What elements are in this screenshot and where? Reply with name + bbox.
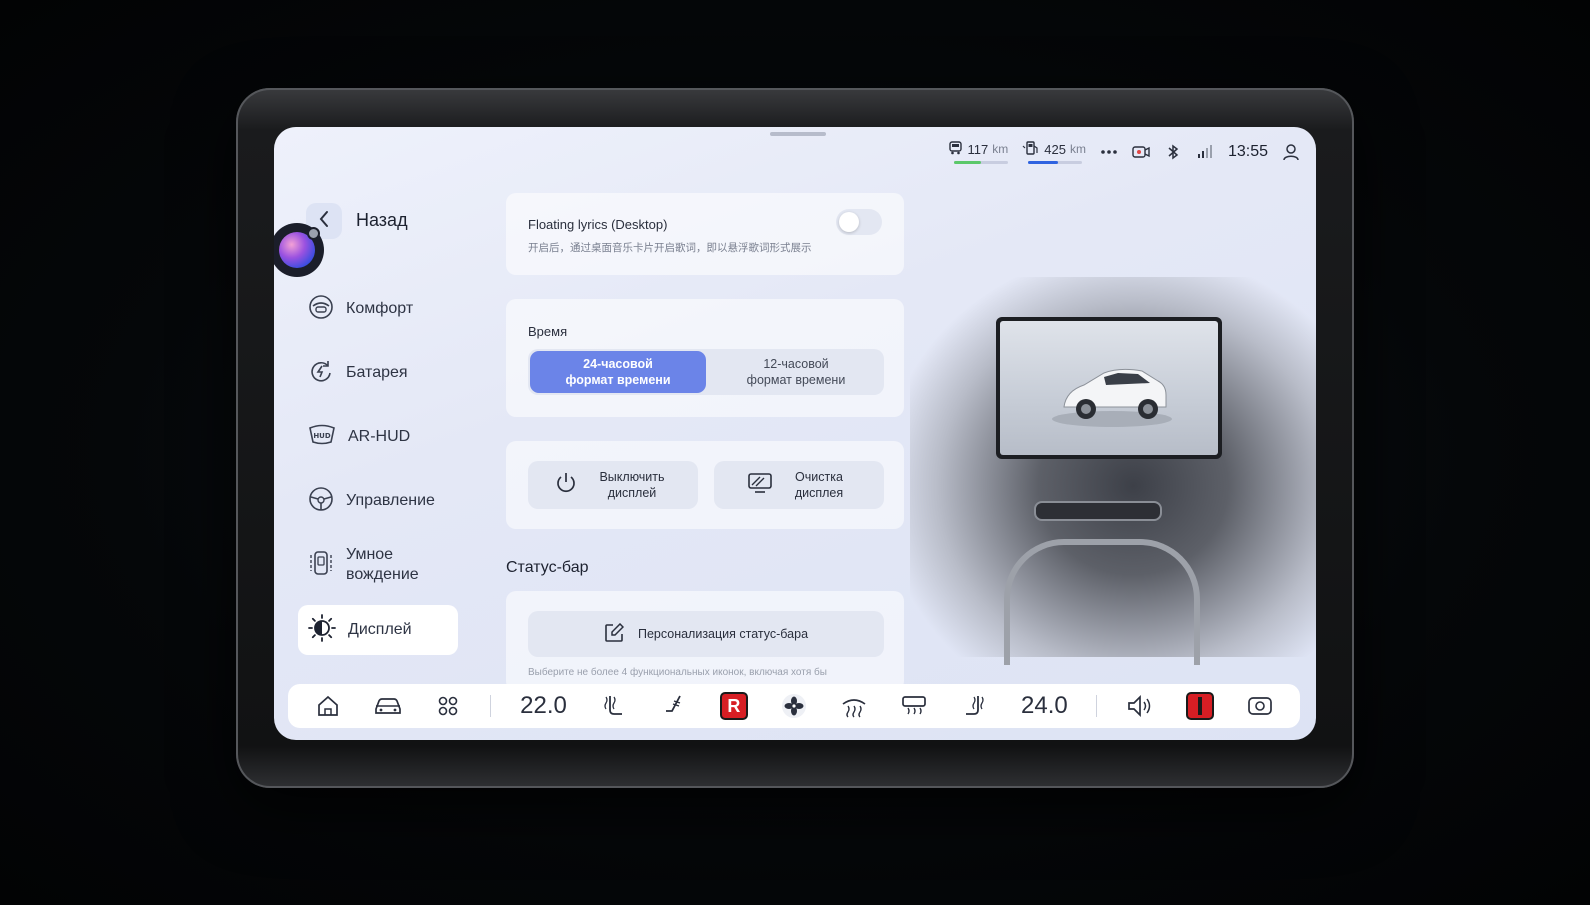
more-icon[interactable] xyxy=(1100,143,1118,161)
passenger-temperature[interactable]: 24.0 xyxy=(1016,692,1072,720)
driver-temperature[interactable]: 22.0 xyxy=(515,692,571,720)
rear-defrost-icon[interactable] xyxy=(896,688,932,724)
nav-item-smart-driving[interactable]: Умное вождение xyxy=(298,533,458,597)
range-gauge-fuel: 425 km xyxy=(1022,140,1086,164)
nav-item-comfort[interactable]: Комфорт xyxy=(298,277,458,341)
voice-assistant-avatar[interactable] xyxy=(274,223,324,277)
nav-item-label: Умное вождение xyxy=(346,546,419,583)
svg-text:HUD: HUD xyxy=(313,432,331,440)
preview-car-image xyxy=(1000,321,1218,455)
floating-lyrics-subtitle: 开启后，通过桌面音乐卡片开启歌词，即以悬浮歌词形式展示 xyxy=(528,242,812,254)
personalize-status-bar-button[interactable]: Персонализация статус-бара xyxy=(528,611,884,657)
range-electric-unit: km xyxy=(992,142,1009,156)
range-gauge-electric: 117 km xyxy=(948,140,1009,164)
car-icon[interactable] xyxy=(370,688,406,724)
bluetooth-icon[interactable] xyxy=(1164,143,1182,161)
assistant-status-dot xyxy=(307,227,320,240)
toggle-knob xyxy=(839,212,859,232)
clean-display-button[interactable]: Очистка дисплея xyxy=(714,461,884,509)
apps-grid-icon[interactable] xyxy=(430,688,466,724)
vehicle-interior-preview xyxy=(910,277,1316,665)
battery-cycle-icon xyxy=(308,358,334,389)
seat-heat-left-icon[interactable] xyxy=(596,688,632,724)
personalize-status-bar-label: Персонализация статус-бара xyxy=(637,627,809,641)
clock: 13:55 xyxy=(1227,143,1268,160)
floating-lyrics-toggle[interactable] xyxy=(836,209,882,235)
fan-icon[interactable] xyxy=(776,688,812,724)
status-bar: 117 km 425 km 13:55 xyxy=(948,139,1300,165)
app-r-badge[interactable]: R xyxy=(716,688,752,724)
power-icon xyxy=(554,471,578,499)
range-electric-value: 117 xyxy=(967,141,989,157)
status-bar-hint: Выберите не более 4 функциональных иконо… xyxy=(528,667,827,678)
nav-item-label: Комфорт xyxy=(346,300,414,317)
nav-item-label: Дисплей xyxy=(348,621,412,638)
time-format-24h-option[interactable]: 24-часовой формат времени xyxy=(530,351,706,393)
dashcam-icon[interactable] xyxy=(1132,143,1150,161)
steering-wheel-icon xyxy=(308,486,334,517)
brightness-icon xyxy=(308,613,336,647)
hud-icon: HUD xyxy=(308,424,336,451)
turn-off-display-button[interactable]: Выключить дисплей xyxy=(528,461,698,509)
nav-item-label: Управление xyxy=(346,492,435,509)
floating-lyrics-title: Floating lyrics (Desktop) xyxy=(528,217,668,232)
time-format-card: Время 24-часовой формат времени 12-часов… xyxy=(506,299,904,417)
range-fuel-unit: km xyxy=(1069,142,1086,156)
battery-car-icon xyxy=(948,140,964,158)
nav-item-control[interactable]: Управление xyxy=(298,469,458,533)
status-bar-card: Персонализация статус-бара Выберите не б… xyxy=(506,591,904,691)
preview-console-arch xyxy=(1004,539,1200,665)
camera-360-icon[interactable] xyxy=(1242,688,1278,724)
range-fuel-bar xyxy=(1028,160,1083,164)
time-format-12h-option[interactable]: 12-часовой формат времени xyxy=(708,349,884,395)
pull-down-handle[interactable] xyxy=(770,132,826,136)
nav-item-battery[interactable]: Батарея xyxy=(298,341,458,405)
seat-massage-icon[interactable] xyxy=(656,688,692,724)
clean-display-label: Очистка дисплея xyxy=(794,470,844,500)
volume-icon[interactable] xyxy=(1122,688,1158,724)
edit-icon xyxy=(604,622,625,646)
settings-nav: Комфорт Батарея HUD AR-HUD Управление Ум… xyxy=(298,277,458,655)
time-format-title: Время xyxy=(528,324,568,339)
nav-item-label: Батарея xyxy=(346,364,408,381)
user-profile-icon[interactable] xyxy=(1282,143,1300,161)
home-icon[interactable] xyxy=(310,688,346,724)
red-app-icon[interactable] xyxy=(1182,688,1218,724)
range-fuel-value: 425 xyxy=(1044,141,1066,157)
range-electric-bar xyxy=(953,160,1008,164)
preview-air-vent xyxy=(1034,501,1162,521)
seat-heat-right-icon[interactable] xyxy=(956,688,992,724)
infotainment-screen: 117 km 425 km 13:55 Назад Комфорт Батаре… xyxy=(274,127,1316,740)
signal-icon xyxy=(1196,143,1214,161)
turn-off-display-label: Выключить дисплей xyxy=(599,470,665,500)
floating-lyrics-card: Floating lyrics (Desktop) 开启后，通过桌面音乐卡片开启… xyxy=(506,193,904,275)
fuel-pump-icon xyxy=(1022,140,1040,158)
front-defrost-icon[interactable] xyxy=(836,688,872,724)
red-app-tile xyxy=(1185,692,1214,720)
nav-item-label: AR-HUD xyxy=(348,428,411,445)
display-actions-card: Выключить дисплей Очистка дисплея xyxy=(506,441,904,529)
time-format-segmented-control: 24-часовой формат времени 12-часовой фор… xyxy=(528,349,884,395)
nav-item-display[interactable]: Дисплей xyxy=(298,605,458,655)
dock-separator xyxy=(490,695,492,717)
status-bar-section-title: Статус-бар xyxy=(506,559,589,576)
preview-center-screen xyxy=(996,317,1222,459)
r-app-icon: R xyxy=(719,692,748,720)
screen-clean-icon xyxy=(747,472,773,498)
chevron-left-icon xyxy=(318,210,330,233)
bottom-dock: 22.0 R 24.0 xyxy=(288,684,1300,728)
smart-driving-icon xyxy=(308,549,334,582)
nav-item-ar-hud[interactable]: HUD AR-HUD xyxy=(298,405,458,469)
dock-separator xyxy=(1096,695,1098,717)
steering-comfort-icon xyxy=(308,294,334,325)
back-label[interactable]: Назад xyxy=(356,210,408,231)
